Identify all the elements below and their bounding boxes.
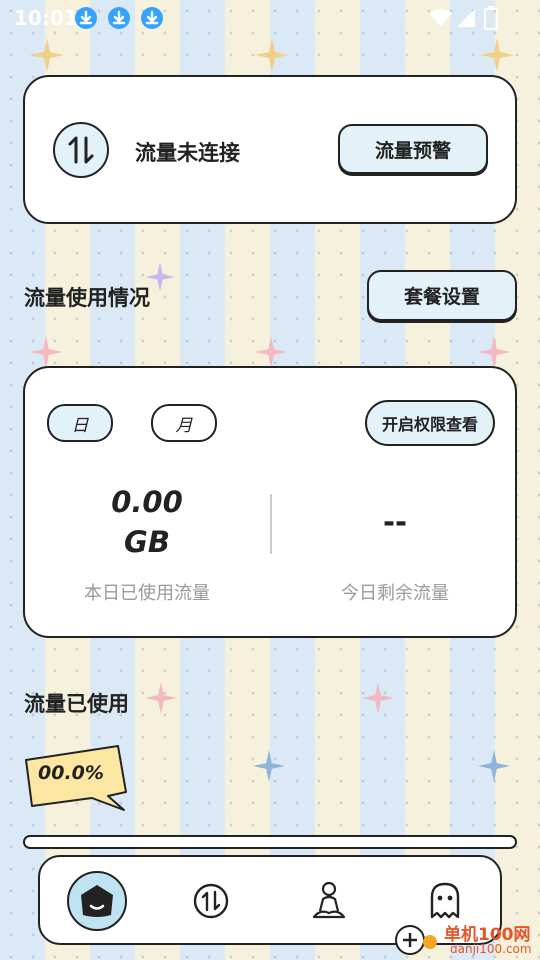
data-alert-button[interactable]: 流量预警 xyxy=(338,124,488,174)
wifi-icon xyxy=(430,8,452,28)
watermark-url: danji100.com xyxy=(450,942,532,956)
used-label: 本日已使用流量 xyxy=(84,583,210,604)
sparkle-decoration xyxy=(362,682,394,714)
sparkle-decoration xyxy=(478,750,510,782)
usage-card: 日 月 开启权限查看 0.00 GB -- 本日已使用流量 今日剩余流量 xyxy=(23,366,517,638)
used-value-unit: GB xyxy=(124,525,170,559)
nav-ghost[interactable] xyxy=(428,881,462,921)
ghost-icon xyxy=(430,882,460,919)
remaining-label: 今日剩余流量 xyxy=(341,583,449,604)
status-bar: 10:01 xyxy=(0,0,540,36)
download-icon xyxy=(108,7,130,29)
divider xyxy=(270,494,272,554)
sparkle-decoration xyxy=(30,336,62,368)
sparkle-decoration xyxy=(255,38,289,72)
data-transfer-icon xyxy=(53,122,109,178)
data-transfer-icon xyxy=(193,883,229,919)
meditation-icon xyxy=(312,881,346,919)
download-icon xyxy=(141,7,163,29)
connection-status: 流量未连接 xyxy=(135,141,240,165)
battery-icon xyxy=(484,6,498,30)
usage-section-title: 流量使用情况 xyxy=(24,286,150,310)
sparkle-decoration xyxy=(30,38,64,72)
sparkle-decoration xyxy=(478,336,510,368)
nav-data[interactable] xyxy=(193,883,229,919)
plan-settings-button[interactable]: 套餐设置 xyxy=(367,270,517,321)
nav-meditation[interactable] xyxy=(310,881,348,921)
sparkle-decoration xyxy=(253,750,285,782)
nav-home[interactable] xyxy=(67,871,127,931)
percent-text: 00.0% xyxy=(38,762,104,784)
usage-progress-bar xyxy=(23,835,517,849)
sparkle-decoration xyxy=(480,38,514,72)
watermark-logo-icon xyxy=(395,925,437,955)
download-icon xyxy=(75,7,97,29)
tab-month[interactable]: 月 xyxy=(151,404,217,442)
used-value: 0.00 GB xyxy=(45,482,249,562)
connection-card: 流量未连接 流量预警 xyxy=(23,75,517,224)
percent-badge: 00.0% xyxy=(22,740,130,812)
remaining-value: -- xyxy=(382,505,408,539)
enable-permission-button[interactable]: 开启权限查看 xyxy=(365,400,495,446)
sparkle-decoration xyxy=(255,336,287,368)
home-icon xyxy=(81,885,113,917)
signal-icon xyxy=(456,8,476,28)
tab-day[interactable]: 日 xyxy=(47,404,113,442)
watermark: 单机100网 danji100.com xyxy=(394,920,540,960)
sparkle-decoration xyxy=(145,682,177,714)
status-time: 10:01 xyxy=(14,6,78,30)
used-section-title: 流量已使用 xyxy=(24,692,129,716)
used-value-number: 0.00 xyxy=(111,485,183,519)
